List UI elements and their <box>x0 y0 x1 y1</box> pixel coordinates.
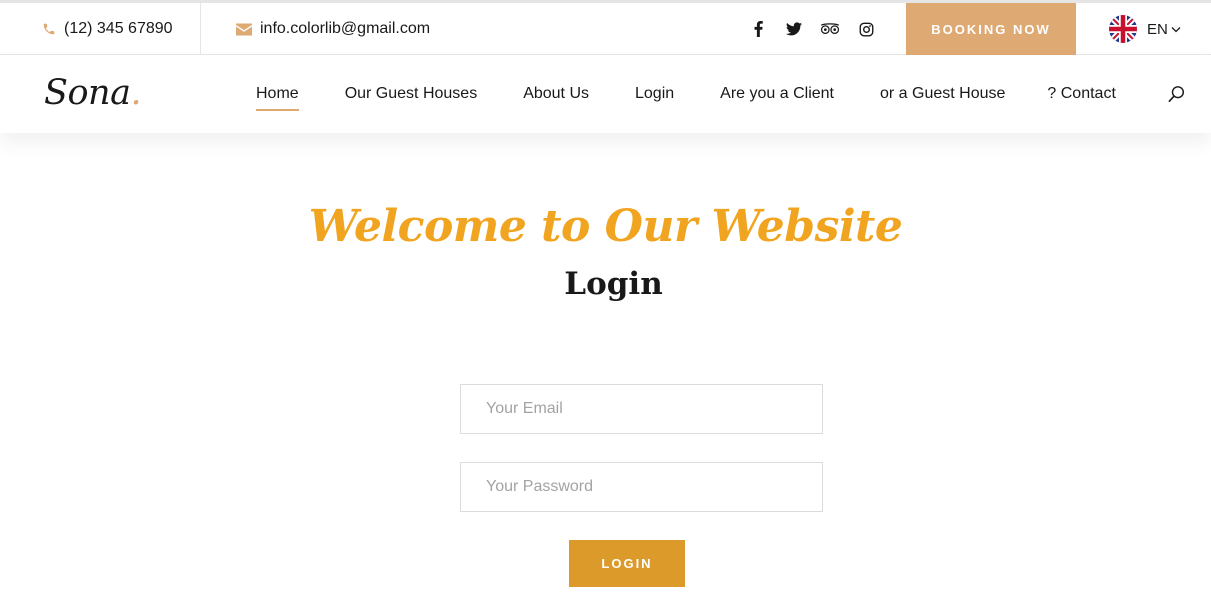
language-label: EN <box>1147 21 1181 38</box>
envelope-icon <box>236 23 252 36</box>
tripadvisor-icon[interactable] <box>820 19 840 39</box>
language-selector[interactable]: EN <box>1109 3 1181 55</box>
phone-icon <box>42 22 56 36</box>
page-title: Login <box>564 266 663 302</box>
social-links <box>748 3 876 55</box>
logo-text: Sona <box>44 73 131 113</box>
nav-item-contact[interactable]: ? Contact <box>1047 81 1115 107</box>
email-address: info.colorlib@gmail.com <box>260 20 431 37</box>
uk-flag-icon <box>1109 15 1137 43</box>
top-bar-divider <box>200 3 201 55</box>
email-field[interactable] <box>460 384 823 434</box>
facebook-icon[interactable] <box>748 19 768 39</box>
contact-email[interactable]: info.colorlib@gmail.com <box>236 3 430 55</box>
nav-item-about[interactable]: About Us <box>523 81 589 107</box>
search-icon[interactable] <box>1166 83 1188 105</box>
twitter-icon[interactable] <box>784 19 804 39</box>
welcome-title: Welcome to Our Website <box>308 201 903 252</box>
nav-item-client[interactable]: Are you a Client <box>720 81 834 107</box>
instagram-icon[interactable] <box>856 19 876 39</box>
top-bar: (12) 345 67890 info.colorlib@gmail.com B… <box>0 3 1211 55</box>
logo-dot: . <box>130 73 142 113</box>
site-logo[interactable]: Sona. <box>44 73 142 113</box>
nav-item-guest-house[interactable]: or a Guest House <box>880 81 1005 107</box>
chevron-down-icon <box>1171 26 1181 32</box>
password-field[interactable] <box>460 462 823 512</box>
contact-phone[interactable]: (12) 345 67890 <box>42 3 173 55</box>
nav-item-guest-houses[interactable]: Our Guest Houses <box>345 81 478 107</box>
login-button[interactable]: LOGIN <box>569 540 685 587</box>
language-code: EN <box>1147 20 1168 38</box>
main-navigation: Sona. Home Our Guest Houses About Us Log… <box>0 55 1211 133</box>
nav-item-home[interactable]: Home <box>256 81 299 111</box>
nav-item-login[interactable]: Login <box>635 81 674 107</box>
phone-number: (12) 345 67890 <box>64 20 173 37</box>
nav-menu: Home Our Guest Houses About Us Login Are… <box>256 55 1116 133</box>
booking-now-button[interactable]: BOOKING NOW <box>906 3 1076 55</box>
